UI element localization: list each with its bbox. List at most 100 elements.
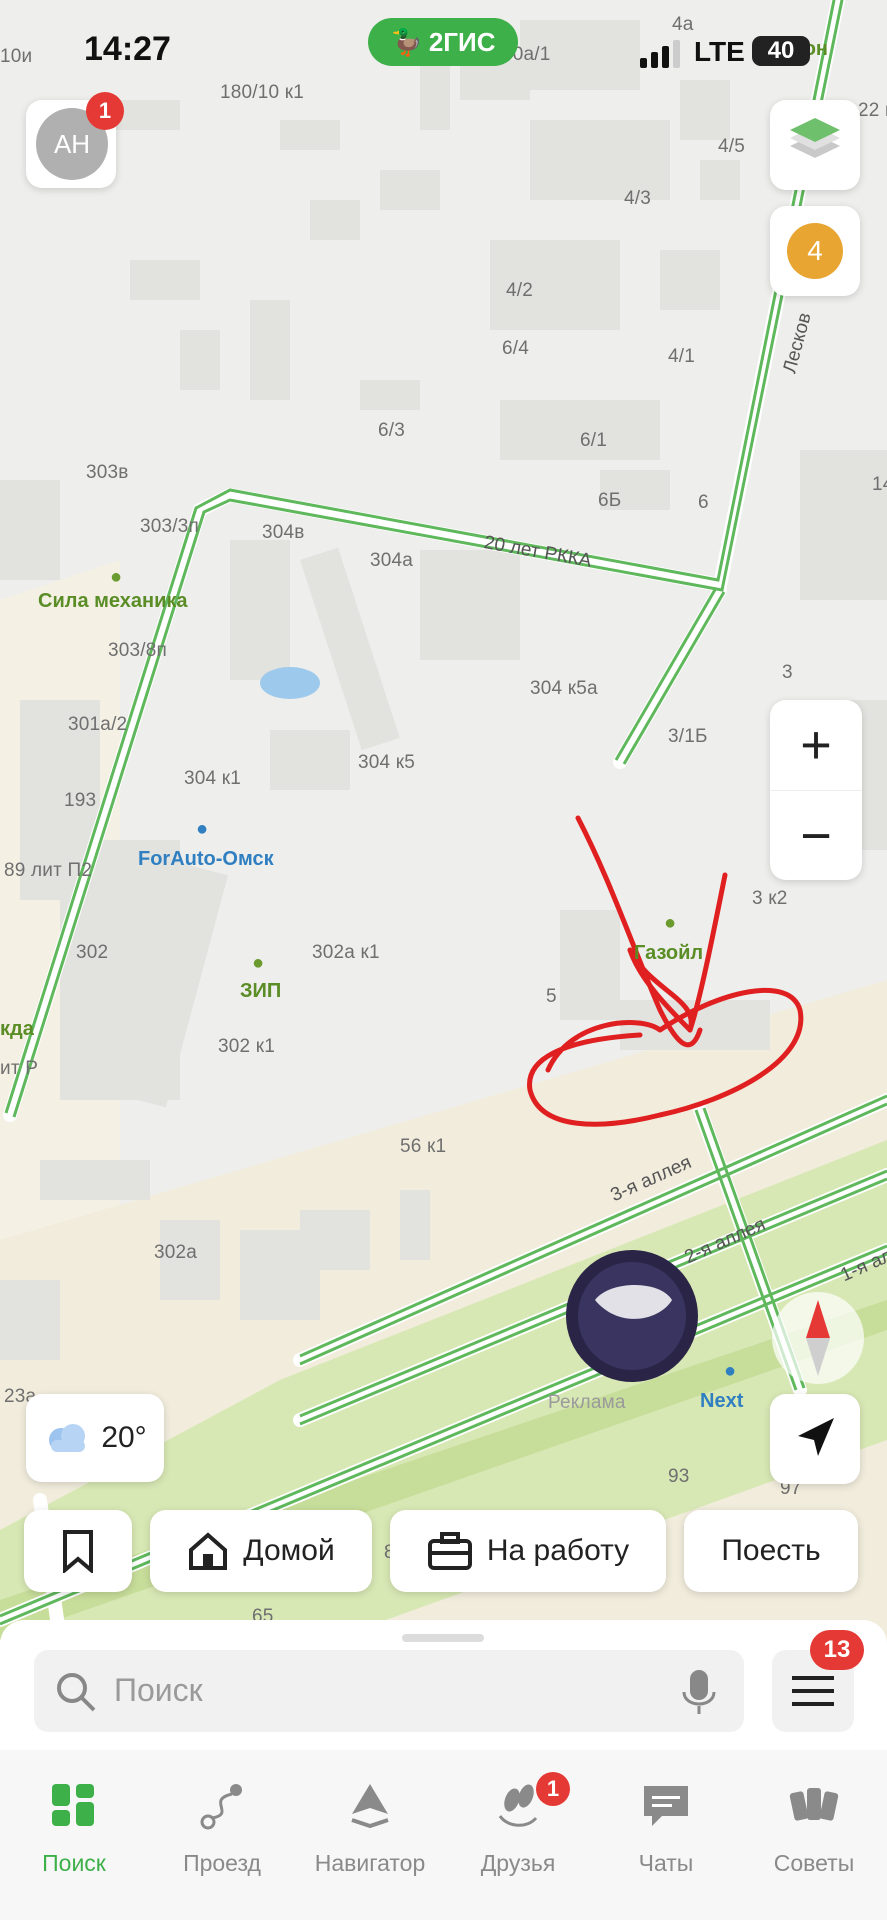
tab-label: Проезд (183, 1850, 261, 1876)
hamburger-icon (792, 1676, 834, 1706)
tab-search[interactable]: Поиск (0, 1750, 148, 1920)
map-label: 3 (782, 662, 793, 683)
ad-label[interactable]: Реклама (548, 1392, 626, 1414)
map-label: 302а к1 (312, 942, 380, 963)
menu-badge: 13 (810, 1630, 864, 1670)
map-label: 3 к2 (752, 888, 788, 909)
search-input[interactable]: Поиск (34, 1650, 744, 1732)
poi-label[interactable]: Сила механика (38, 590, 188, 613)
cloud-icon (49, 1424, 86, 1452)
work-chip[interactable]: На работу (390, 1510, 666, 1592)
signal-icon (640, 40, 680, 68)
poi-label[interactable]: ЗИП (240, 980, 281, 1003)
tab-bar: Поиск Проезд Навигатор 1 Друзья Чаты Сов… (0, 1750, 887, 1920)
poi-label[interactable]: Газойл (634, 942, 703, 965)
search-placeholder: Поиск (114, 1672, 203, 1708)
map-label: 304 к1 (184, 768, 242, 789)
map-label: 302а (154, 1242, 198, 1263)
notification-badge: 1 (86, 92, 124, 130)
status-bar: 14:27 🦆 2ГИС LTE 40 (0, 0, 887, 100)
map-label: 301а/2 (68, 714, 128, 735)
battery-icon: 40 (752, 36, 810, 66)
home-icon (189, 1532, 228, 1570)
network-type: LTE (694, 36, 745, 67)
tab-route[interactable]: Проезд (148, 1750, 296, 1920)
map-label: 4/5 (718, 136, 746, 157)
locate-me-button[interactable] (770, 1394, 860, 1484)
layers-icon (790, 118, 840, 158)
poi-label[interactable]: Next (700, 1390, 743, 1413)
eat-chip-label: Поесть (721, 1534, 821, 1567)
map-label: 6/1 (580, 430, 608, 451)
tab-label: Чаты (638, 1850, 694, 1876)
sheet-handle[interactable] (402, 1634, 484, 1642)
poi-label[interactable]: ForAuto-Омск (138, 848, 274, 871)
map-label: 304 к5 (358, 752, 416, 773)
poi-marker-icon[interactable]: ● (664, 912, 676, 935)
map-label: 6Б (598, 490, 622, 511)
brand-name: 2ГИС (428, 26, 496, 57)
microphone-icon[interactable] (680, 1668, 718, 1716)
grid-icon (52, 1784, 94, 1826)
tab-chats[interactable]: Чаты (592, 1750, 740, 1920)
layers-button[interactable] (770, 100, 860, 190)
map-label: 6 (698, 492, 709, 513)
status-time: 14:27 (84, 30, 171, 68)
tab-navigator[interactable]: Навигатор (296, 1750, 444, 1920)
tab-label: Советы (773, 1850, 855, 1876)
zoom-control: + − (770, 700, 862, 880)
poi-marker-icon[interactable]: ● (196, 818, 208, 841)
layers-count-badge: 4 (787, 223, 843, 279)
zoom-out-button[interactable]: − (770, 790, 862, 881)
route-icon (200, 1784, 242, 1830)
map-label: 4/1 (668, 346, 696, 367)
tab-label: Поиск (42, 1850, 106, 1876)
poi-marker-icon[interactable]: ● (252, 952, 264, 975)
map-label: 304а (370, 550, 414, 571)
map-label: 4/2 (506, 280, 534, 301)
map-label: 193 (64, 790, 97, 811)
location-arrow-icon (798, 1418, 834, 1456)
bookmark-icon (63, 1530, 93, 1573)
navigator-icon (351, 1784, 389, 1829)
duck-logo-icon: 🦆 (390, 26, 423, 57)
map-label: 304 к5а (530, 678, 598, 699)
compass-button[interactable] (772, 1292, 864, 1384)
map-label: 304в (262, 522, 305, 543)
friends-badge: 1 (536, 1772, 570, 1806)
bookmarks-button[interactable] (24, 1510, 132, 1592)
map-label: 14 (872, 474, 887, 495)
eat-chip[interactable]: Поесть (684, 1510, 858, 1592)
tab-label: Друзья (480, 1850, 556, 1876)
poi-marker-icon[interactable]: ● (110, 566, 122, 589)
tips-icon (789, 1788, 839, 1821)
map-label: 302 к1 (218, 1036, 276, 1057)
menu-button[interactable]: 13 (772, 1630, 864, 1732)
zoom-in-button[interactable]: + (770, 700, 862, 790)
tab-tips[interactable]: Советы (740, 1750, 887, 1920)
weather-widget[interactable]: 20° (26, 1394, 164, 1482)
bottom-sheet: Поиск 13 Поиск Проезд Навигатор 1 Друзья… (0, 1620, 887, 1920)
map-label: ит Р (0, 1058, 39, 1079)
tab-friends[interactable]: 1 Друзья (444, 1750, 592, 1920)
map-label: 22 к (858, 100, 887, 121)
map-label: 303/3п (140, 516, 200, 537)
poi-marker-icon[interactable]: ● (724, 1360, 736, 1383)
map-label: 6/4 (502, 338, 530, 359)
home-chip-label: Домой (243, 1534, 335, 1567)
map-label: 303в (86, 462, 129, 483)
poi-label[interactable]: кда (0, 1018, 34, 1041)
tab-label: Навигатор (314, 1850, 426, 1876)
profile-button[interactable]: АН 1 (26, 92, 124, 188)
map-label: 302 (76, 942, 109, 963)
home-chip[interactable]: Домой (150, 1510, 372, 1592)
map-label: 6/3 (378, 420, 406, 441)
map-label: 93 (668, 1466, 690, 1487)
map-label: 4/3 (624, 188, 652, 209)
app-brand-pill[interactable]: 🦆 2ГИС (368, 18, 518, 66)
map-label: 303/8п (108, 640, 168, 661)
work-chip-label: На работу (486, 1534, 630, 1567)
weather-temp: 20° (101, 1421, 147, 1454)
events-button[interactable]: 4 (770, 206, 860, 296)
map-label: 89 лит П2 (4, 860, 93, 881)
